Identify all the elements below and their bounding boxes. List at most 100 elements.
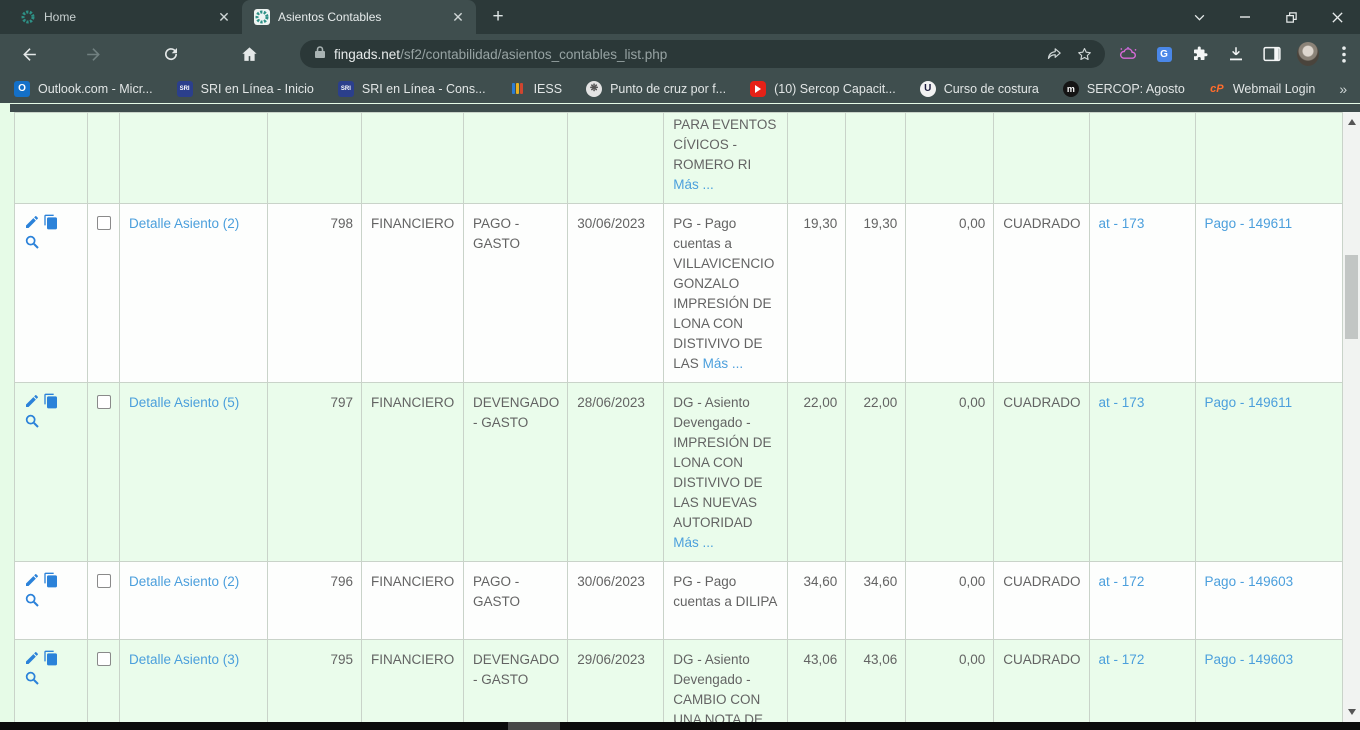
copy-document-icon[interactable]: [43, 650, 60, 667]
minimize-button[interactable]: [1222, 0, 1268, 34]
at-link[interactable]: at - 173: [1099, 395, 1145, 410]
reload-button[interactable]: [156, 39, 186, 69]
edit-pencil-icon[interactable]: [24, 214, 41, 231]
row-checkbox[interactable]: [97, 652, 111, 666]
cell-haber: 43,06: [846, 640, 906, 723]
pago-link[interactable]: Pago - 149603: [1205, 652, 1294, 667]
bookmark-item[interactable]: UCurso de costura: [920, 81, 1039, 97]
row-checkbox[interactable]: [97, 216, 111, 230]
cell-pago: Pago - 149603: [1195, 640, 1342, 723]
tab-title: Asientos Contables: [278, 10, 442, 24]
cell-numero: 798: [268, 204, 362, 383]
at-link[interactable]: at - 173: [1099, 216, 1145, 231]
browser-menu-kebab-icon[interactable]: [1333, 43, 1355, 65]
home-button[interactable]: [234, 39, 264, 69]
tab-home[interactable]: Home ✕: [8, 0, 242, 34]
view-search-icon[interactable]: [24, 592, 41, 609]
edit-pencil-icon[interactable]: [24, 393, 41, 410]
bookmark-item[interactable]: ❋Punto de cruz por f...: [586, 81, 726, 97]
scrollbar-thumb[interactable]: [1345, 255, 1358, 339]
copy-document-icon[interactable]: [43, 393, 60, 410]
saldo-amount: 0,00: [959, 652, 985, 667]
profile-avatar[interactable]: [1297, 43, 1319, 65]
scroll-up-arrow[interactable]: [1343, 114, 1360, 130]
cell-numero: [268, 113, 362, 204]
bookmark-item[interactable]: SRISRI en Línea - Inicio: [177, 81, 314, 97]
haber-amount: 43,06: [863, 652, 897, 667]
bookmark-item[interactable]: (10) Sercop Capacit...: [750, 81, 896, 97]
edit-pencil-icon[interactable]: [24, 650, 41, 667]
table-row: PARA EVENTOS CÍVICOS - ROMERO RI Más ...: [15, 113, 1343, 204]
estado-badge: CUADRADO: [1003, 395, 1080, 410]
mas-link[interactable]: Más ...: [673, 177, 714, 192]
detalle-asiento-link[interactable]: Detalle Asiento (3): [129, 652, 239, 667]
tab-title: Home: [44, 10, 208, 24]
detalle-asiento-link[interactable]: Detalle Asiento (2): [129, 216, 239, 231]
tab-asientos-contables[interactable]: Asientos Contables ✕: [242, 0, 476, 34]
bookmarks-overflow-chevron[interactable]: »: [1339, 81, 1346, 97]
cell-tipo: DEVENGADO - GASTO: [464, 383, 568, 562]
cell-actions: [15, 383, 88, 562]
bookmark-star-icon[interactable]: [1069, 40, 1099, 68]
at-link[interactable]: at - 172: [1099, 652, 1145, 667]
mas-link[interactable]: Más ...: [703, 356, 744, 371]
cell-debe: 43,06: [788, 640, 846, 723]
copy-document-icon[interactable]: [43, 214, 60, 231]
bookmark-item[interactable]: mSERCOP: Agosto: [1063, 81, 1185, 97]
sri-favicon: SRI: [338, 81, 354, 97]
cell-estado: CUADRADO: [994, 562, 1089, 640]
address-bar[interactable]: fingads.net/sf2/contabilidad/asientos_co…: [300, 40, 1105, 68]
site-favicon: [254, 9, 270, 25]
scroll-down-arrow[interactable]: [1343, 704, 1360, 720]
row-checkbox[interactable]: [97, 395, 111, 409]
tab-search-chevron-icon[interactable]: [1176, 0, 1222, 34]
pago-link[interactable]: Pago - 149611: [1205, 216, 1293, 231]
bookmark-item[interactable]: SRISRI en Línea - Cons...: [338, 81, 486, 97]
cross-stitch-favicon: ❋: [586, 81, 602, 97]
detalle-asiento-link[interactable]: Detalle Asiento (5): [129, 395, 239, 410]
view-search-icon[interactable]: [24, 670, 41, 687]
debe-amount: 22,00: [803, 395, 837, 410]
extension-cloud-icon[interactable]: [1117, 43, 1139, 65]
cell-debe: 22,00: [788, 383, 846, 562]
debe-amount: 19,30: [803, 216, 837, 231]
cell-modulo: [362, 113, 464, 204]
translate-extension-icon[interactable]: G: [1153, 43, 1175, 65]
back-button[interactable]: [14, 39, 44, 69]
restore-button[interactable]: [1268, 0, 1314, 34]
bookmark-label: SRI en Línea - Inicio: [201, 82, 314, 96]
asiento-number: 795: [330, 652, 353, 667]
forward-button[interactable]: [78, 39, 108, 69]
side-panel-icon[interactable]: [1261, 43, 1283, 65]
close-window-button[interactable]: [1314, 0, 1360, 34]
bookmark-item[interactable]: cPWebmail Login: [1209, 81, 1315, 97]
edit-pencil-icon[interactable]: [24, 572, 41, 589]
detalle-asiento-link[interactable]: Detalle Asiento (2): [129, 574, 239, 589]
tab-close-icon[interactable]: ✕: [216, 9, 232, 26]
estado-badge: CUADRADO: [1003, 652, 1080, 667]
row-checkbox[interactable]: [97, 574, 111, 588]
cell-fecha: 28/06/2023: [568, 383, 664, 562]
moodle-favicon: m: [1063, 81, 1079, 97]
new-tab-button[interactable]: +: [484, 3, 512, 31]
mas-link[interactable]: Más ...: [673, 535, 714, 550]
asiento-number: 796: [330, 574, 353, 589]
pago-link[interactable]: Pago - 149611: [1205, 395, 1293, 410]
share-icon[interactable]: [1039, 40, 1069, 68]
asiento-number: 798: [330, 216, 353, 231]
cell-tipo: PAGO - GASTO: [464, 562, 568, 640]
at-link[interactable]: at - 172: [1099, 574, 1145, 589]
window-controls: [1176, 0, 1360, 34]
extensions-puzzle-icon[interactable]: [1189, 43, 1211, 65]
copy-document-icon[interactable]: [43, 572, 60, 589]
url-path: /sf2/contabilidad/asientos_contables_lis…: [400, 47, 667, 62]
download-icon[interactable]: [1225, 43, 1247, 65]
bookmark-item[interactable]: OOutlook.com - Micr...: [14, 81, 153, 97]
view-search-icon[interactable]: [24, 413, 41, 430]
pago-link[interactable]: Pago - 149603: [1205, 574, 1294, 589]
cell-tipo: [464, 113, 568, 204]
vertical-scrollbar[interactable]: [1343, 112, 1360, 722]
tab-close-icon[interactable]: ✕: [450, 9, 466, 26]
view-search-icon[interactable]: [24, 234, 41, 251]
bookmark-item[interactable]: IESS: [510, 81, 563, 97]
